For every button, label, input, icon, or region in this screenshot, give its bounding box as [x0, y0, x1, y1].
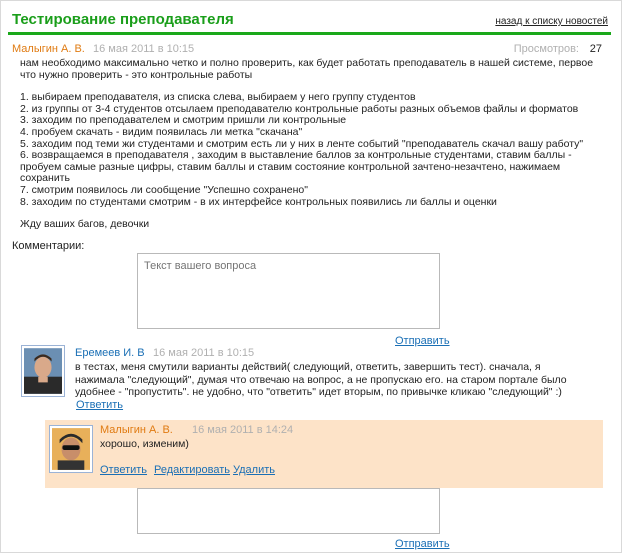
back-to-news-link[interactable]: назад к списку новостей: [495, 16, 608, 27]
post-author[interactable]: Малыгин А. В.: [12, 43, 85, 55]
reply-edit-button[interactable]: Редактировать: [154, 464, 230, 476]
avatar: [21, 345, 65, 397]
avatar: [49, 425, 93, 473]
reply-date: 16 мая 2011 в 14:24: [192, 424, 294, 436]
post-meta: Малыгин А. В. 16 мая 2011 в 10:15 Просмо…: [12, 43, 608, 57]
comment-text: в тестах, меня смутили варианты действий…: [75, 361, 567, 398]
post-date: 16 мая 2011 в 10:15: [93, 43, 195, 55]
reply-comment-input[interactable]: [137, 488, 440, 534]
reply-text: хорошо, изменим): [100, 438, 189, 450]
reply-answer-button[interactable]: Ответить: [100, 464, 147, 476]
post-step: 6. возвращаемся в преподавателя , заходи…: [20, 149, 572, 185]
comments-label: Комментарии:: [12, 240, 85, 252]
user-photo-icon: [24, 348, 62, 394]
comment-input[interactable]: [137, 253, 440, 329]
reply-delete-button[interactable]: Удалить: [233, 464, 275, 476]
reply-button[interactable]: Ответить: [76, 399, 123, 411]
reply-author[interactable]: Малыгин А. В.: [100, 424, 173, 436]
comment-author[interactable]: Еремеев И. В: [75, 347, 145, 359]
send-comment-button[interactable]: Отправить: [395, 335, 450, 347]
post-intro: нам необходимо максимально четко и полно…: [20, 57, 594, 81]
post-step: 8. заходим по студентами смотрим - в их …: [20, 195, 497, 208]
page-title: Тестирование преподавателя: [12, 11, 234, 28]
user-photo-icon: [52, 428, 90, 470]
post-step: 7. смотрим появилось ли сообщение "Успеш…: [20, 183, 309, 196]
post-body: нам необходимо максимально четко и полно…: [20, 57, 600, 231]
views-count: 27: [589, 43, 602, 55]
post-closing: Жду ваших багов, девочки: [20, 218, 150, 231]
views-label: Просмотров:: [513, 43, 579, 55]
send-reply-button[interactable]: Отправить: [395, 538, 450, 550]
title-underline: [8, 32, 611, 35]
comment-date: 16 мая 2011 в 10:15: [153, 347, 255, 359]
post-step: 4. пробуем скачать - видим появилась ли …: [20, 125, 303, 138]
